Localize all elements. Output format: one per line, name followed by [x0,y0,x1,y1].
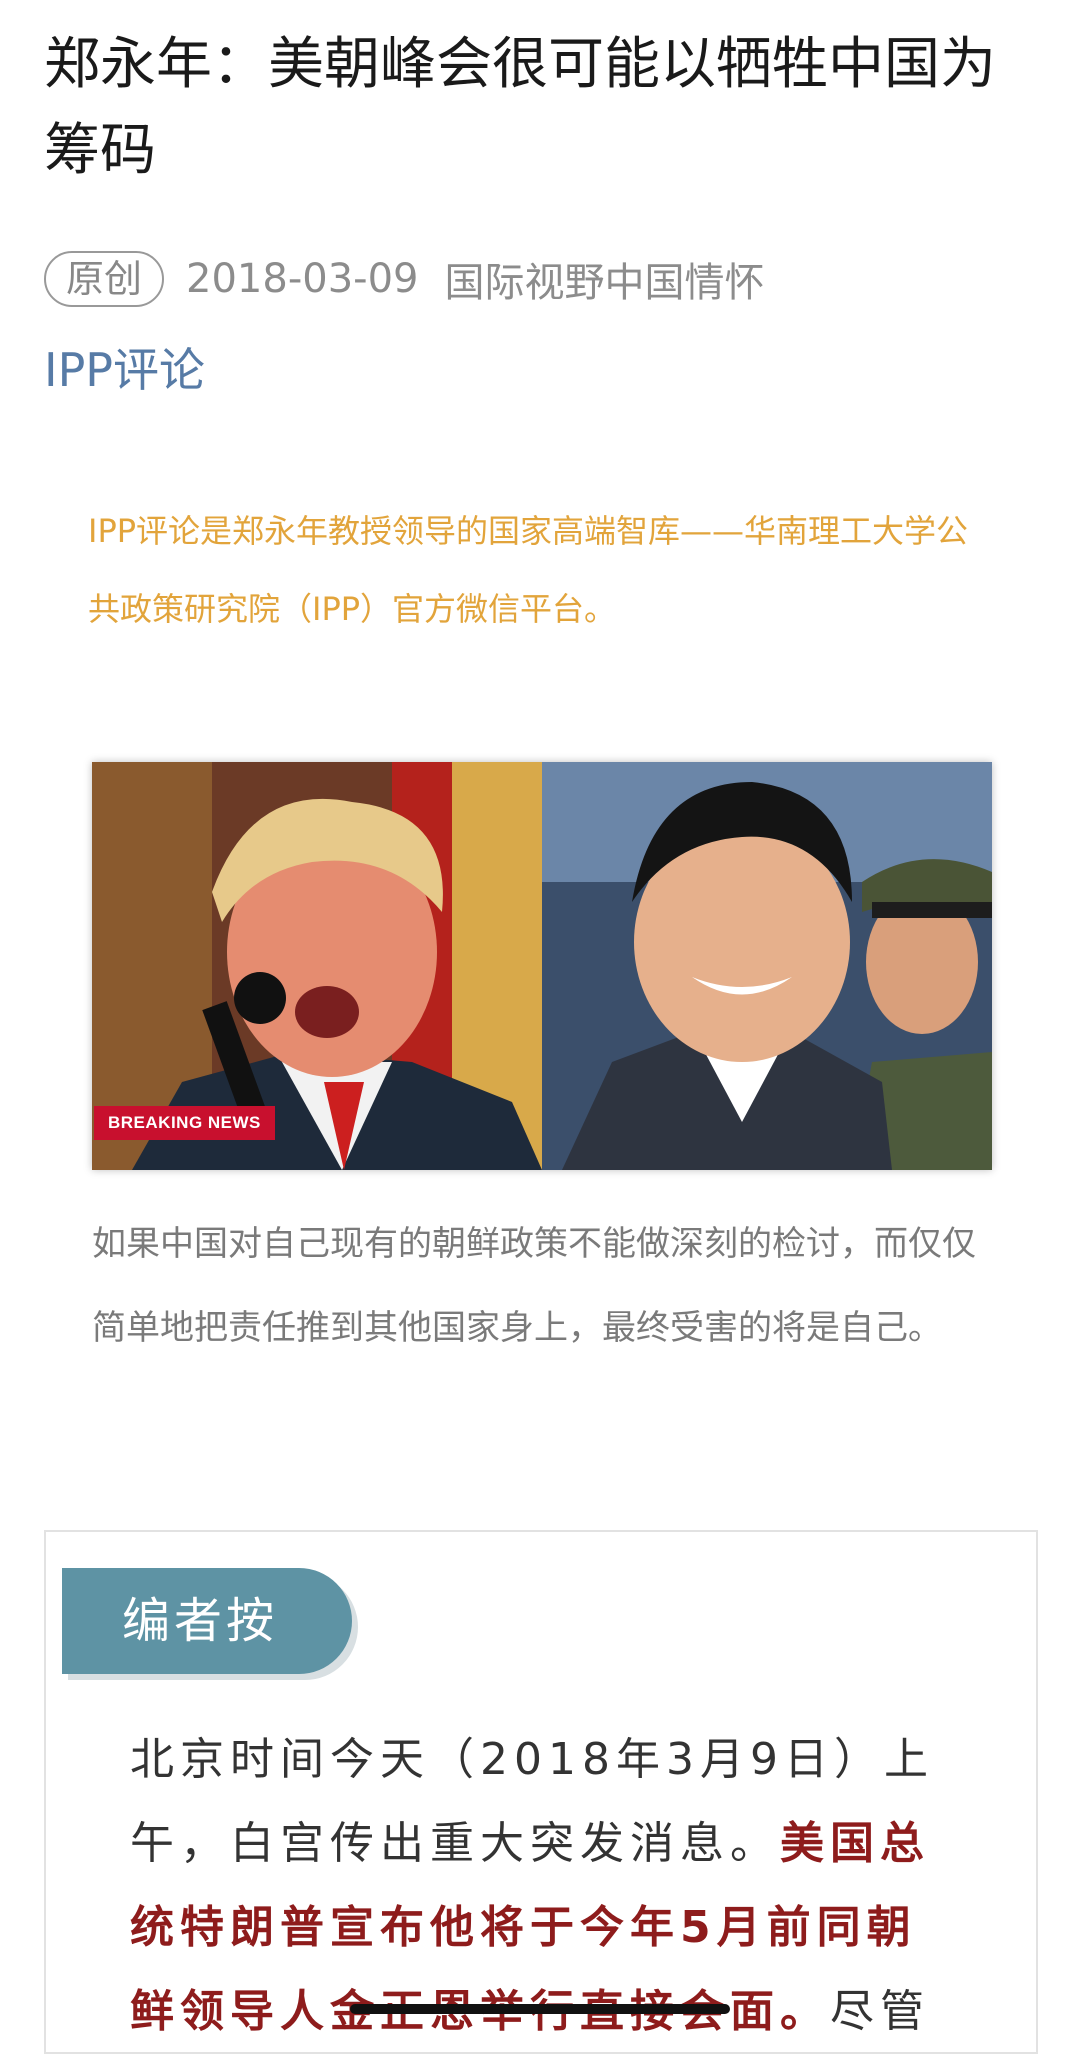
editor-note-label: 编者按 [122,1593,279,1649]
article-title: 郑永年：美朝峰会很可能以牺牲中国为筹码 [44,32,996,183]
breaking-news-badge: BREAKING NEWS [94,1106,275,1140]
editor-note-box: 编者按 北京时间今天（2018年3月9日）上午，白宫传出重大突发消息。美国总统特… [44,1530,1038,2054]
publish-date: 2018-03-09 [186,256,419,302]
editor-note-tail: 尽管 [830,1986,930,2037]
original-badge: 原创 [44,251,165,307]
home-indicator[interactable] [350,2004,730,2014]
source-name[interactable]: 国际视野中国情怀 [444,250,764,308]
article-meta: 原创 2018-03-09 国际视野中国情怀 [44,244,764,314]
editor-note-tab: 编者按 [62,1568,352,1674]
article-photo[interactable]: BREAKING NEWS [92,762,992,1170]
photo-caption: 如果中国对自己现有的朝鲜政策不能做深刻的检讨，而仅仅简单地把责任推到其他国家身上… [92,1224,976,1348]
account-link[interactable]: IPP评论 [44,334,205,400]
intro-text: IPP评论是郑永年教授领导的国家高端智库——华南理工大学公共政策研究院（IPP）… [88,512,969,628]
